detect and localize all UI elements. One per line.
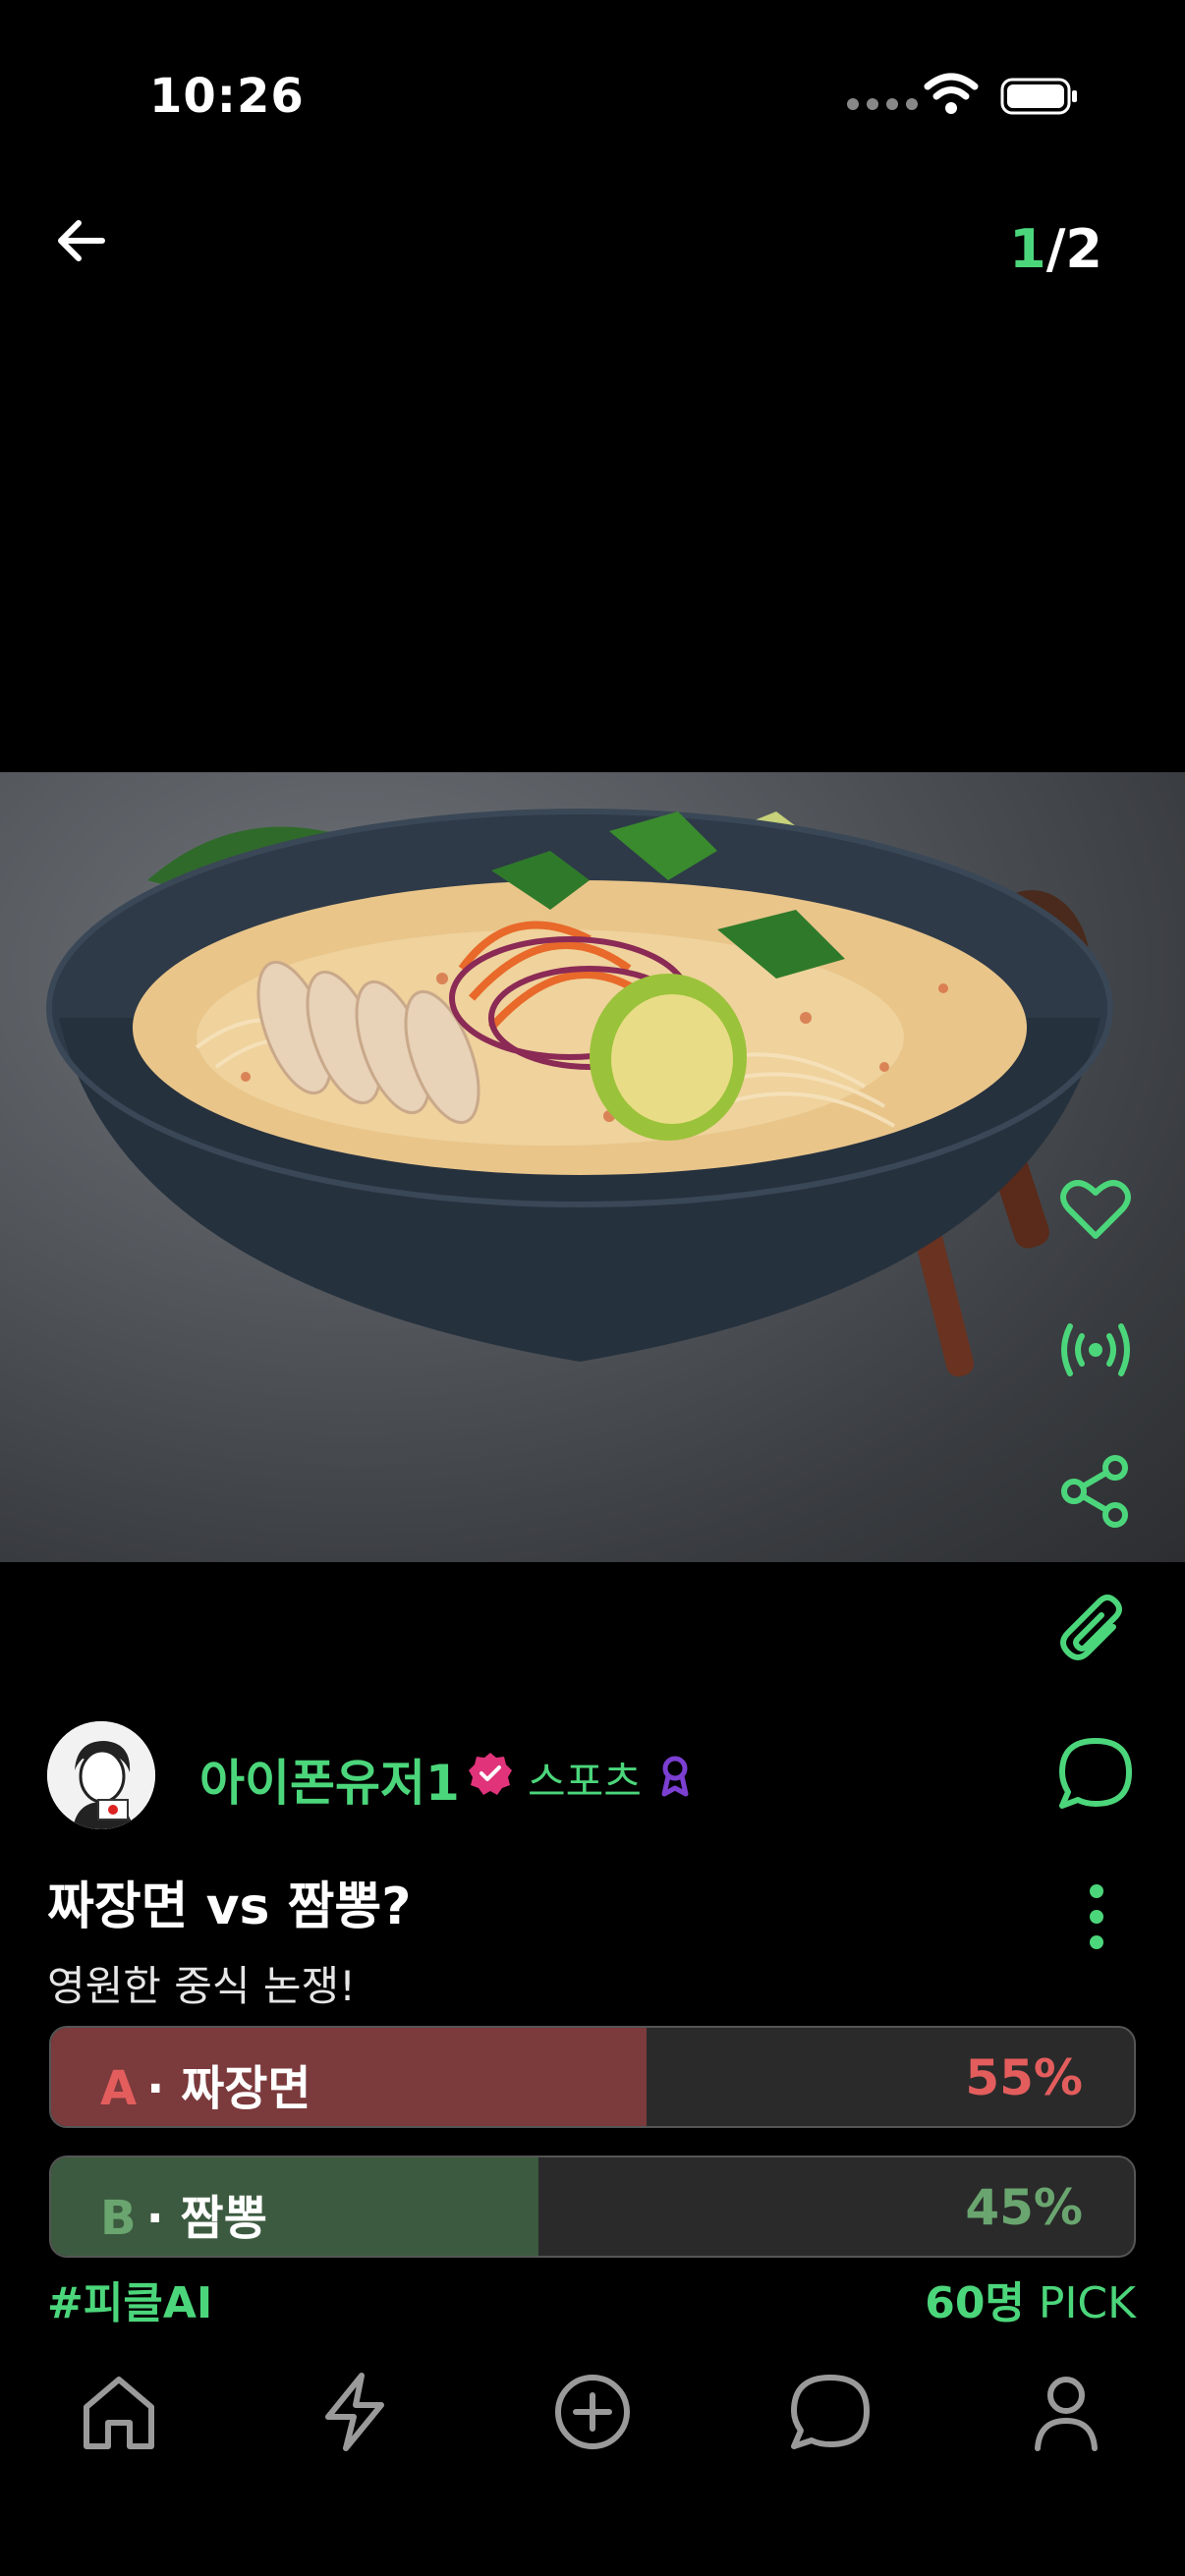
hashtag[interactable]: #피클AI	[47, 2268, 212, 2330]
home-icon	[84, 2377, 154, 2449]
signal-dots-icon	[847, 98, 918, 110]
tab-home[interactable]	[75, 2368, 163, 2456]
noodle-bowl-image	[46, 809, 1113, 1377]
comment-button[interactable]	[1056, 1735, 1135, 1814]
paperclip-icon	[1060, 1595, 1122, 1660]
avatar-illustration	[47, 1721, 155, 1829]
add-circle-icon	[555, 2375, 630, 2449]
comment-icon	[1059, 1738, 1132, 1809]
lightning-icon	[325, 2373, 384, 2451]
post-title: 짜장면 vs 짬뽕?	[47, 1877, 412, 1936]
tab-profile[interactable]	[1022, 2368, 1110, 2456]
username[interactable]: 아이폰유저1	[199, 1744, 460, 1815]
chat-icon	[791, 2375, 870, 2449]
post-subtitle: 영원한 중식 논쟁!	[47, 1962, 357, 2010]
vote-option-a-percent: 55%	[965, 2049, 1083, 2106]
heart-icon	[1060, 1180, 1131, 1239]
share-button[interactable]	[1056, 1452, 1135, 1531]
vote-option-b[interactable]: B · 짬뽕 45%	[49, 2156, 1136, 2258]
page-current: 1	[1009, 218, 1046, 280]
profile-icon	[1035, 2377, 1098, 2451]
category-label[interactable]: 스포츠	[528, 1749, 642, 1809]
vote-option-a-label: A · 짜장면	[100, 2061, 311, 2116]
vote-option-b-label: B · 짬뽕	[100, 2191, 267, 2246]
avatar[interactable]	[47, 1721, 155, 1829]
battery-icon	[1000, 78, 1077, 115]
broadcast-icon	[1061, 1323, 1130, 1376]
attach-button[interactable]	[1056, 1592, 1135, 1670]
tab-trending[interactable]	[310, 2368, 399, 2456]
broadcast-button[interactable]	[1056, 1311, 1135, 1389]
back-arrow-icon[interactable]	[51, 211, 110, 270]
like-button[interactable]	[1056, 1171, 1135, 1250]
vote-option-a[interactable]: A · 짜장면 55%	[49, 2026, 1136, 2128]
status-time: 10:26	[149, 69, 305, 124]
pick-count: 60명 PICK	[925, 2278, 1136, 2328]
more-options-icon[interactable]	[1077, 1882, 1116, 1951]
tab-chat[interactable]	[786, 2368, 875, 2456]
vote-option-b-percent: 45%	[965, 2179, 1083, 2236]
page-indicator: 1/2	[1009, 218, 1102, 280]
wifi-icon	[924, 73, 979, 114]
page-total: /2	[1045, 218, 1102, 280]
share-icon	[1061, 1455, 1128, 1528]
post-photo	[0, 772, 1185, 1562]
award-ribbon-icon	[661, 1756, 689, 1797]
verified-badge-icon	[469, 1753, 512, 1795]
tab-create[interactable]	[548, 2368, 637, 2456]
